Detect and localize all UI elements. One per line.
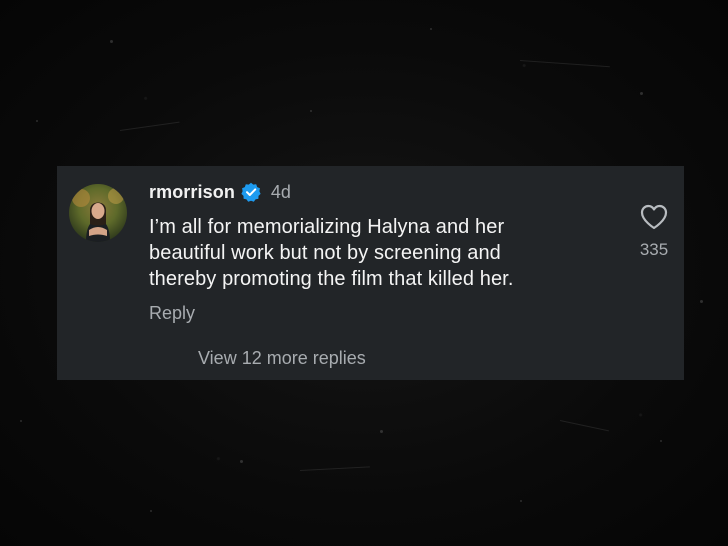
verified-badge-icon [241,182,261,202]
comment-timestamp: 4d [270,181,291,202]
reply-button[interactable]: Reply [149,303,195,324]
username[interactable]: rmorrison [149,182,235,203]
comment-header: rmorrison 4d [149,180,291,204]
view-more-replies-button[interactable]: View 12 more replies [198,348,366,369]
comment-text-line: thereby promoting the film that killed h… [149,268,514,290]
comment-text-line: beautiful work but not by screening and [149,242,501,264]
comment-text-line: I’m all for memorializing Halyna and her [149,216,505,238]
heart-outline-icon[interactable] [640,204,668,230]
comment-card: rmorrison 4d I’m all for memorializing H… [57,166,684,380]
avatar-photo-icon [69,184,127,242]
comment-text: I’m all for memorializing Halyna and her… [149,214,579,292]
like-count: 335 [639,240,669,259]
avatar[interactable] [69,184,127,242]
